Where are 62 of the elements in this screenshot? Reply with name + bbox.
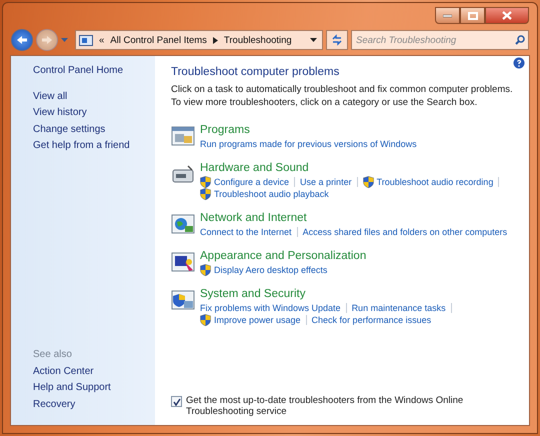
task-link[interactable]: Configure a device: [200, 176, 290, 188]
task-link[interactable]: Check for performance issues: [312, 314, 432, 326]
shield-icon: [200, 264, 211, 276]
sidebar-link[interactable]: Recovery: [33, 396, 76, 413]
task-link[interactable]: Access shared files and folders on other computers: [302, 226, 508, 238]
checkbox-label: Get the most up-to-date troubleshooters from the Windows Online Troubleshooting service: [186, 395, 464, 417]
checkbox[interactable]: [171, 396, 182, 407]
see-also-heading: See also: [33, 348, 73, 362]
appearance-category-icon[interactable]: [171, 250, 195, 274]
sidebar-link[interactable]: Get help from a friend: [33, 138, 130, 154]
security-category-icon[interactable]: [171, 288, 195, 312]
checkmark-icon: [172, 398, 180, 406]
address-bar[interactable]: « All Control Panel Items Troubleshooting: [75, 30, 323, 50]
refresh-button[interactable]: [326, 30, 348, 50]
task-link[interactable]: Connect to the Internet: [200, 226, 292, 238]
task-link[interactable]: Troubleshoot audio recording: [362, 176, 494, 188]
task-link[interactable]: Use a printer: [300, 176, 352, 188]
shield-icon: [200, 176, 211, 188]
minimize-button[interactable]: [435, 7, 460, 24]
sidebar-link[interactable]: Change settings: [33, 122, 106, 138]
forward-arrow-icon: [41, 35, 53, 45]
category-link[interactable]: Appearance and Personalization: [200, 249, 366, 264]
sidebar-link[interactable]: View all: [33, 88, 68, 105]
search-field[interactable]: Search Troubleshooting: [351, 30, 529, 50]
back-arrow-icon: [16, 35, 28, 45]
programs-category-icon[interactable]: [171, 124, 195, 148]
task-link[interactable]: Troubleshoot audio playback: [200, 188, 329, 200]
close-icon: [502, 11, 512, 20]
control-panel-icon: [79, 34, 93, 46]
task-link[interactable]: Improve power usage: [200, 314, 301, 326]
shield-icon: [200, 188, 211, 200]
breadcrumb-arrow-icon[interactable]: [212, 36, 218, 44]
category-link[interactable]: System and Security: [200, 287, 457, 302]
task-link[interactable]: Run programs made for previous versions of Windows: [200, 138, 417, 150]
sidebar-link[interactable]: View history: [33, 105, 87, 122]
maximize-icon: [468, 12, 478, 20]
back-button[interactable]: [11, 29, 33, 51]
task-link[interactable]: Display Aero desktop effects: [200, 264, 328, 276]
task-link[interactable]: Fix problems with Windows Update: [200, 302, 341, 314]
maximize-button[interactable]: [460, 7, 485, 24]
page-heading: Troubleshoot computer problems: [171, 66, 340, 78]
forward-button[interactable]: [36, 29, 58, 51]
help-icon[interactable]: [513, 57, 525, 69]
sidebar-link[interactable]: Help and Support: [33, 380, 111, 396]
search-icon: [515, 35, 525, 45]
sidebar-link[interactable]: Action Center: [33, 364, 94, 380]
category-link[interactable]: Programs: [200, 123, 417, 138]
breadcrumb-item[interactable]: All Control Panel Items: [110, 34, 207, 46]
shield-icon: [362, 176, 374, 188]
network-category-icon[interactable]: [171, 212, 195, 236]
refresh-icon: [331, 34, 343, 46]
breadcrumb-overflow[interactable]: «: [99, 34, 104, 46]
breadcrumb-item[interactable]: Troubleshooting: [224, 34, 292, 46]
sidebar-link[interactable]: Control Panel Home: [33, 63, 124, 80]
dropdown-caret-icon[interactable]: [310, 38, 317, 42]
task-link[interactable]: Run maintenance tasks: [352, 302, 446, 314]
category-link[interactable]: Network and Internet: [200, 211, 508, 226]
close-button[interactable]: [485, 7, 529, 24]
description: Click on a task to automatically troubleshoot and fix common computer problems. To view more troubleshooters, click on a category or use the Search box.: [171, 83, 514, 109]
shield-icon: [200, 314, 211, 326]
category-link[interactable]: Hardware and Sound: [200, 161, 504, 176]
minimize-icon: [443, 14, 452, 18]
